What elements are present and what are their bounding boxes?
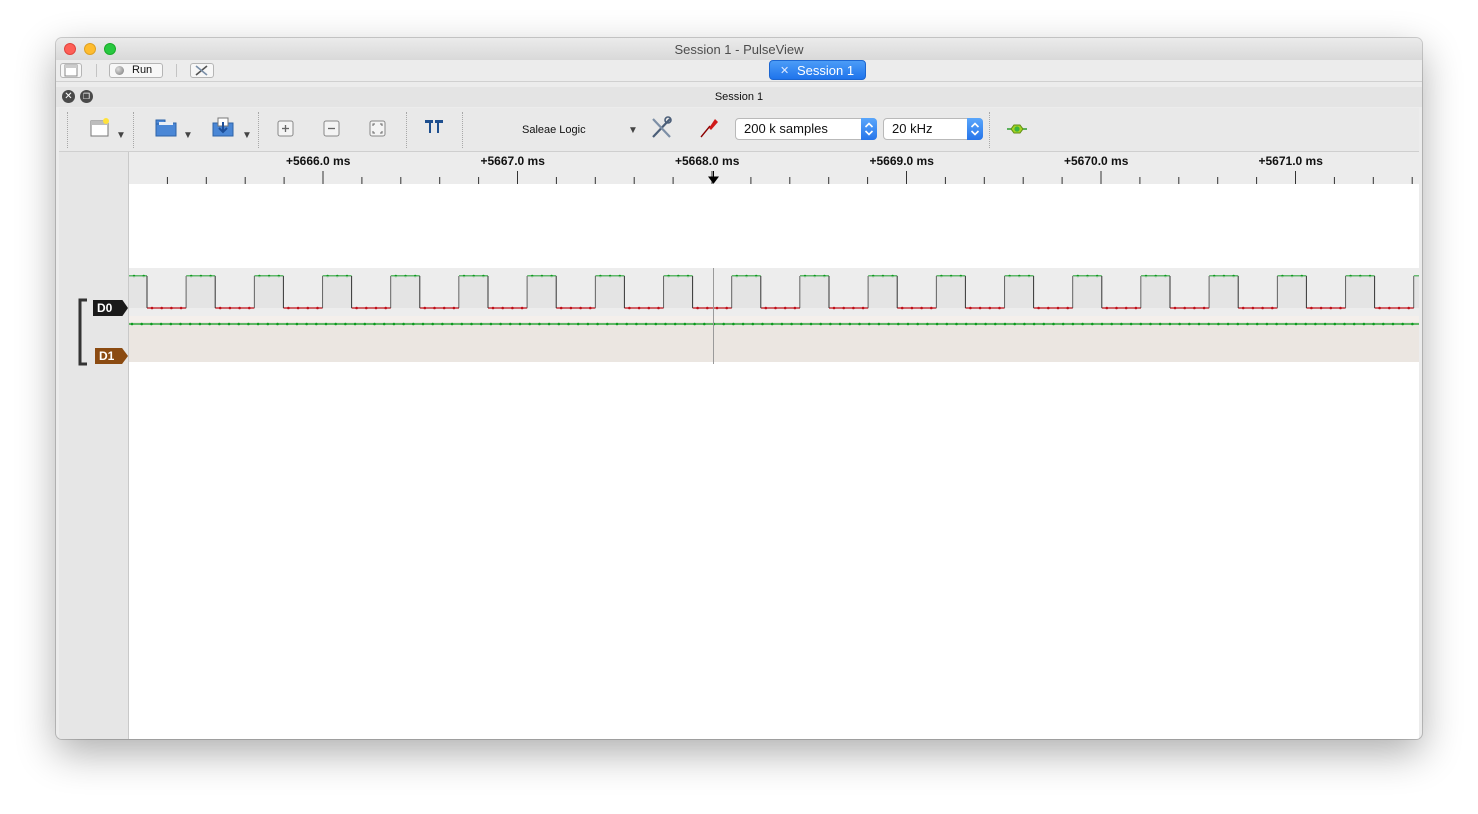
run-indicator-icon	[115, 66, 124, 75]
channel-label-d1[interactable]: D1	[95, 348, 128, 364]
window-title: Session 1 - PulseView	[674, 42, 804, 57]
session-tab-bar: Run ✕ Session 1	[56, 60, 1422, 82]
tab-session-1[interactable]: ✕ Session 1	[769, 60, 866, 80]
zoom-out-icon	[323, 120, 340, 137]
tools-icon	[195, 65, 208, 76]
time-ruler[interactable]: +5666.0 ms +5667.0 ms +5668.0 ms +5669.0 ms…	[129, 152, 1419, 184]
ruler-tick-label: +5670.0 ms	[1064, 154, 1129, 168]
zoom-in-icon	[277, 120, 294, 137]
new-view-button[interactable]: ▼	[89, 108, 127, 151]
zoom-fit-icon	[369, 120, 386, 137]
samplerate-stepper[interactable]	[967, 118, 983, 140]
add-decoder-button[interactable]	[1005, 108, 1029, 151]
cursor-icon	[425, 120, 443, 133]
tab-session-1-label: Session 1	[797, 63, 855, 78]
run-button[interactable]: Run	[109, 63, 163, 78]
zoom-out-button[interactable]	[323, 108, 341, 151]
open-button[interactable]: ▼	[155, 108, 195, 151]
run-button-label: Run	[132, 64, 153, 76]
show-cursors-button[interactable]	[422, 108, 448, 151]
stepper-arrows-icon	[864, 122, 874, 136]
zoom-in-button[interactable]	[277, 108, 295, 151]
decoder-icon	[1007, 124, 1027, 134]
dock-title: Session 1	[714, 91, 764, 103]
ruler-tick-label: +5669.0 ms	[869, 154, 934, 168]
trigger-marker-icon	[708, 171, 719, 184]
samplerate-input[interactable]: 20 kHz	[883, 118, 983, 140]
settings-button[interactable]	[190, 63, 214, 78]
channels-button[interactable]	[697, 108, 721, 151]
ruler-tick-label: +5671.0 ms	[1258, 154, 1323, 168]
trace-view[interactable]	[129, 184, 1419, 739]
group-bracket-icon	[78, 298, 87, 366]
title-bar: Session 1 - PulseView	[56, 38, 1422, 61]
probe-icon	[700, 119, 718, 138]
ruler-tick-label: +5666.0 ms	[286, 154, 351, 168]
pulseview-window: Session 1 - PulseView Run ✕ Session 1 ✕ …	[56, 38, 1422, 739]
sample-count-value: 200 k samples	[744, 121, 828, 136]
save-button[interactable]: ▼	[212, 108, 252, 151]
ruler-tick-label: +5667.0 ms	[480, 154, 545, 168]
open-dropdown-icon[interactable]: ▼	[183, 130, 193, 141]
main-toolbar: ▼ ▼ ▼ Saleae Logic ▼ 200 k samples 20 kH…	[59, 108, 1419, 152]
ruler-tick-label: +5668.0 ms	[675, 154, 740, 168]
device-selector[interactable]: Saleae Logic	[522, 124, 586, 136]
close-tab-icon[interactable]: ✕	[780, 61, 789, 81]
sample-count-stepper[interactable]	[861, 118, 877, 140]
trace-header-panel: D0 D1	[59, 152, 129, 739]
config-icon	[652, 116, 672, 138]
new-session-icon	[64, 64, 78, 77]
stepper-arrows-icon	[970, 122, 980, 136]
channel-label-d0[interactable]: D0	[93, 300, 128, 316]
dock-header: ✕ ❐ Session 1	[56, 87, 1422, 107]
new-session-button[interactable]	[60, 63, 82, 78]
trace-canvas	[129, 268, 1419, 364]
zoom-fit-button[interactable]	[369, 108, 387, 151]
save-dropdown-icon[interactable]: ▼	[242, 130, 252, 141]
sample-count-input[interactable]: 200 k samples	[735, 118, 877, 140]
configure-device-button[interactable]	[650, 108, 674, 151]
new-view-dropdown-icon[interactable]: ▼	[116, 130, 126, 141]
d1-trace-band	[129, 316, 1419, 362]
samplerate-value: 20 kHz	[892, 121, 933, 136]
device-dropdown-icon[interactable]: ▼	[628, 125, 638, 136]
